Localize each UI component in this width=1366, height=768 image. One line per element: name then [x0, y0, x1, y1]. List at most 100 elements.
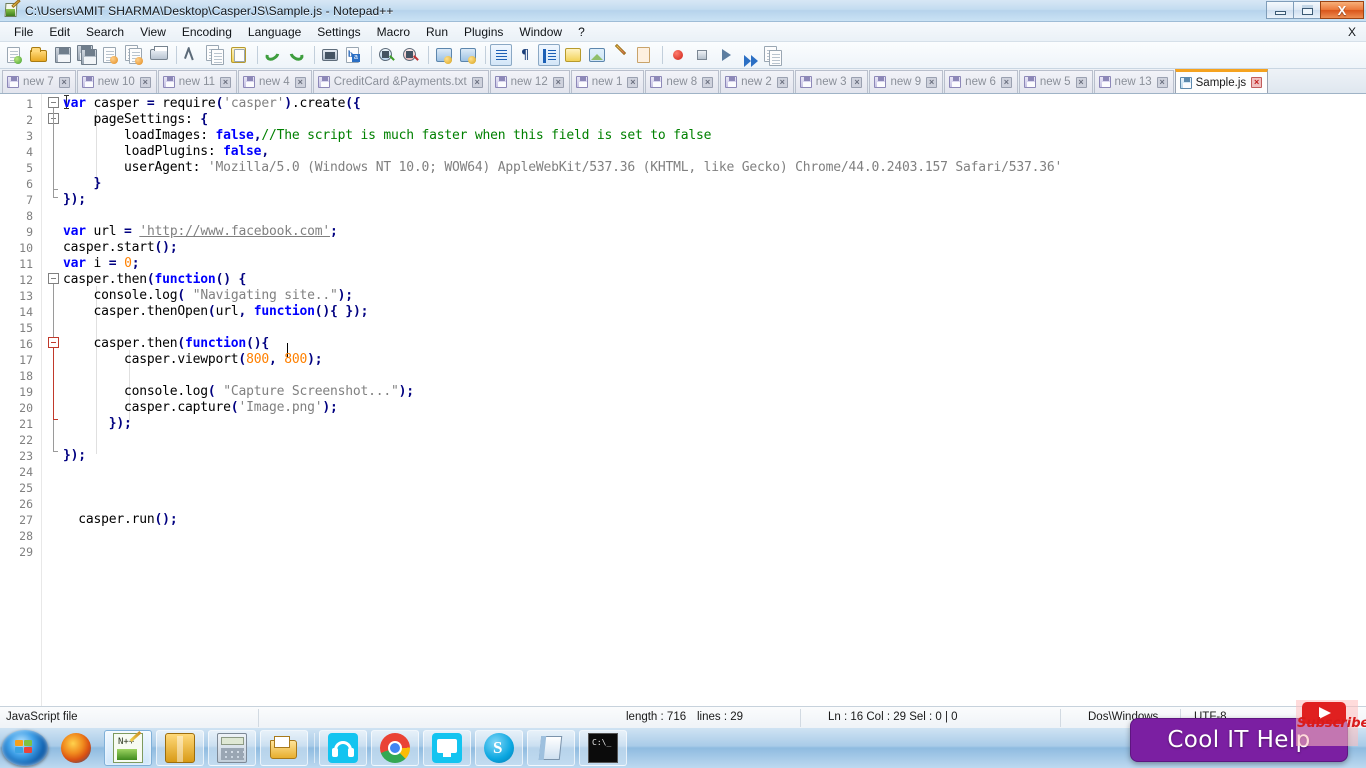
sync-vertical-icon[interactable]: [433, 44, 455, 66]
code-line-12[interactable]: casper.then(function() {: [63, 272, 246, 288]
subscribe-badge[interactable]: Subscribe: [1296, 700, 1366, 746]
copy-icon[interactable]: [205, 44, 227, 66]
menu-file[interactable]: File: [6, 23, 41, 41]
minimize-button[interactable]: [1266, 1, 1294, 19]
tab-close-icon[interactable]: ×: [1251, 77, 1263, 88]
show-ui-icon[interactable]: [562, 44, 584, 66]
code-line-2[interactable]: pageSettings: {: [63, 112, 209, 128]
open-file-icon[interactable]: [28, 44, 50, 66]
tab-close-icon[interactable]: ×: [552, 76, 564, 88]
function-list-icon[interactable]: [634, 44, 656, 66]
code-line-21[interactable]: });: [63, 416, 132, 432]
start-orb-icon[interactable]: [2, 730, 48, 766]
menu-edit[interactable]: Edit: [41, 23, 78, 41]
menu-macro[interactable]: Macro: [369, 23, 418, 41]
taskbar-item-chrome[interactable]: [371, 730, 419, 766]
code-line-14[interactable]: casper.thenOpen(url, function(){ });: [63, 304, 369, 320]
code-line-11[interactable]: var i = 0;: [63, 256, 140, 272]
taskbar-item-remote-desktop[interactable]: [423, 730, 471, 766]
save-all-icon[interactable]: [76, 44, 98, 66]
tab-close-icon[interactable]: ×: [1075, 76, 1087, 88]
tab-new-1[interactable]: new 1 ×: [570, 70, 645, 93]
document-map-icon[interactable]: [610, 43, 632, 66]
taskbar-item-winrar[interactable]: [156, 730, 204, 766]
tab-close-icon[interactable]: ×: [851, 76, 863, 88]
code-editor[interactable]: 1 2 3 4 5 6 7 8 9 10 11 12 13 14 15 16 17 18 19 20 21 22 23 24 2…: [0, 94, 1366, 706]
close-all-icon[interactable]: [124, 44, 146, 66]
close-button[interactable]: X: [1320, 1, 1364, 19]
taskbar-item-notepad-plus-plus[interactable]: N++: [104, 730, 152, 766]
tab-new-4[interactable]: new 4 ×: [238, 70, 312, 93]
code-line-17[interactable]: casper.viewport(800, 800);: [63, 352, 323, 368]
tab-close-icon[interactable]: ×: [776, 76, 788, 88]
menu-plugins[interactable]: Plugins: [456, 23, 511, 41]
tab-new-3[interactable]: new 3 ×: [794, 70, 869, 93]
tab-close-icon[interactable]: ×: [220, 76, 232, 88]
tab-creditcard-payments-txt[interactable]: CreditCard &Payments.txt ×: [312, 70, 489, 93]
tab-close-icon[interactable]: ×: [294, 76, 306, 88]
code-line-3[interactable]: loadImages: false,//The script is much f…: [63, 128, 712, 144]
code-line-9[interactable]: var url = 'http://www.facebook.com';: [63, 224, 338, 240]
sync-horizontal-icon[interactable]: [457, 44, 479, 66]
tab-new-13[interactable]: new 13 ×: [1093, 70, 1174, 93]
new-file-icon[interactable]: [4, 44, 26, 66]
menu-language[interactable]: Language: [240, 23, 309, 41]
show-all-chars-icon[interactable]: ¶: [514, 44, 536, 66]
taskbar-item-media-player[interactable]: [319, 730, 367, 766]
code-text-area[interactable]: var casper = require('casper').create({ …: [63, 94, 1366, 706]
taskbar-item-calculator[interactable]: [208, 730, 256, 766]
replace-icon[interactable]: ba: [343, 44, 365, 66]
menu-help[interactable]: ?: [570, 23, 593, 41]
tab-new-10[interactable]: new 10 ×: [76, 70, 157, 93]
code-line-20[interactable]: casper.capture('Image.png');: [63, 400, 338, 416]
tab-new-11[interactable]: new 11 ×: [157, 70, 238, 93]
close-document-button[interactable]: X: [1348, 25, 1356, 39]
zoom-in-icon[interactable]: [376, 44, 398, 66]
code-line-6[interactable]: }: [63, 176, 102, 192]
menu-encoding[interactable]: Encoding: [174, 23, 240, 41]
code-line-10[interactable]: casper.start();: [63, 240, 178, 256]
taskbar-item-file-explorer[interactable]: [260, 730, 308, 766]
code-line-7[interactable]: });: [63, 192, 86, 208]
taskbar-item-command-prompt[interactable]: C:\_: [579, 730, 627, 766]
menu-settings[interactable]: Settings: [309, 23, 368, 41]
code-line-19[interactable]: console.log( "Capture Screenshot...");: [63, 384, 414, 400]
tab-new-6[interactable]: new 6 ×: [944, 70, 1018, 93]
fold-marker-line-16[interactable]: [48, 337, 59, 348]
zoom-out-icon[interactable]: [400, 44, 422, 66]
paste-icon[interactable]: [229, 44, 251, 66]
tab-new-5[interactable]: new 5 ×: [1018, 70, 1093, 93]
print-icon[interactable]: [148, 44, 170, 66]
code-line-1[interactable]: var casper = require('casper').create({: [63, 96, 361, 112]
play-macro-icon[interactable]: [715, 44, 737, 66]
tab-new-12[interactable]: new 12 ×: [489, 70, 570, 93]
tab-close-icon[interactable]: ×: [471, 76, 483, 88]
menu-search[interactable]: Search: [78, 23, 132, 41]
redo-icon[interactable]: [286, 44, 308, 66]
close-file-icon[interactable]: [100, 44, 122, 66]
tab-close-icon[interactable]: ×: [627, 76, 639, 88]
tab-close-icon[interactable]: ×: [1156, 76, 1168, 88]
fold-margin[interactable]: [43, 94, 65, 706]
save-icon[interactable]: [52, 44, 74, 66]
run-macro-multiple-icon[interactable]: [739, 44, 761, 67]
stop-recording-icon[interactable]: [691, 44, 713, 66]
user-define-dialog-icon[interactable]: [586, 44, 608, 66]
restore-button[interactable]: [1293, 1, 1321, 19]
code-line-5[interactable]: userAgent: 'Mozilla/5.0 (Windows NT 10.0…: [63, 160, 1062, 176]
tab-close-icon[interactable]: ×: [139, 76, 151, 88]
tab-close-icon[interactable]: ×: [58, 76, 70, 88]
tab-close-icon[interactable]: ×: [926, 76, 938, 88]
tab-new-8[interactable]: new 8 ×: [645, 70, 720, 93]
tab-new-9[interactable]: new 9 ×: [869, 70, 944, 93]
code-line-13[interactable]: console.log( "Navigating site..");: [63, 288, 354, 304]
code-line-23[interactable]: });: [63, 448, 86, 464]
tab-close-icon[interactable]: ×: [1000, 76, 1012, 88]
code-line-4[interactable]: loadPlugins: false,: [63, 144, 269, 160]
code-line-16[interactable]: casper.then(function(){: [63, 336, 277, 352]
cut-icon[interactable]: [181, 44, 203, 66]
indent-guide-icon[interactable]: [538, 44, 560, 66]
code-line-27[interactable]: casper.run();: [63, 512, 177, 528]
fold-marker-line-1[interactable]: [48, 97, 59, 108]
taskbar-item-skype[interactable]: S: [475, 730, 523, 766]
